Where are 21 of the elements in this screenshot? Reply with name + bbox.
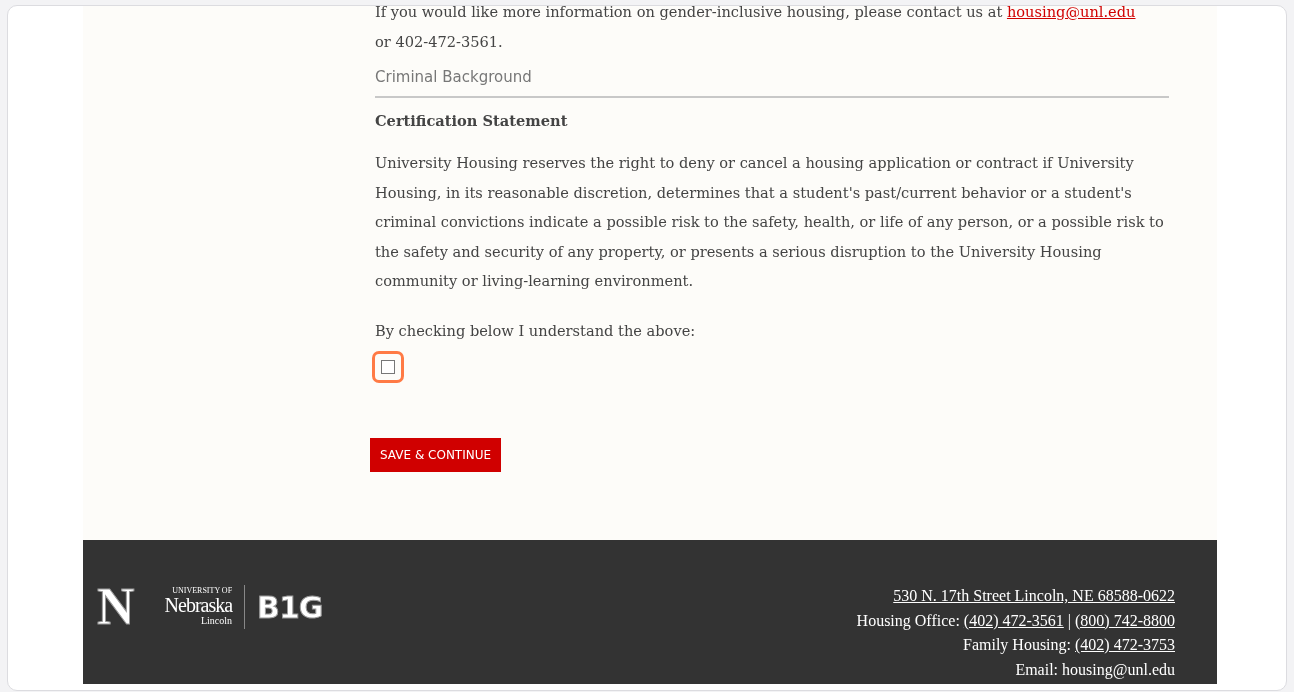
certification-paragraph: University Housing reserves the right to deny or cancel a housing application or contract if University Housing, in its reasonable discretion, determines that a student's past/current behavior or a student's criminal convictions indicate a possible risk to the safety, health, or life of any person, or a possible risk to the safety and security of any property, or presents a serious disruption to the University Housing community or living-learning environment. (375, 153, 1165, 291)
footer-label: Email: housing@unl.edu (1015, 660, 1175, 678)
conference-logo: B1G (257, 589, 323, 625)
footer-link[interactable]: (402) 472-3753 (1075, 636, 1175, 653)
agreement-checkbox[interactable] (381, 360, 395, 374)
n-logo: N (97, 581, 135, 633)
footer-label: Housing Office: (856, 611, 960, 629)
logo-city: Lincoln (201, 615, 233, 627)
footer-link[interactable]: (402) 472-3561 (963, 611, 1064, 629)
section-title: Criminal Background (375, 68, 533, 86)
logo-wordmark: Nebraska (164, 595, 233, 615)
logo-small-text: UNIVERSITY OF (172, 587, 233, 595)
separator: | (1067, 611, 1071, 629)
certification-heading: Certification Statement (375, 112, 569, 129)
checkbox-prompt: By checking below I understand the above: (375, 320, 697, 341)
info-paragraph: If you would like more information on gender-inclusive housing, please contact us at housing@unl.edu or 402-472-3561. (375, 6, 1137, 52)
footer-label: Family Housing: (963, 636, 1071, 653)
footer-link[interactable]: (800) 742-8800 (1075, 611, 1175, 629)
footer-link[interactable]: 530 N. 17th Street Lincoln, NE 68588-0622 (893, 587, 1175, 604)
save-continue-button[interactable]: SAVE & CONTINUE (370, 438, 502, 472)
email-link[interactable]: housing@unl.edu (1006, 6, 1136, 20)
